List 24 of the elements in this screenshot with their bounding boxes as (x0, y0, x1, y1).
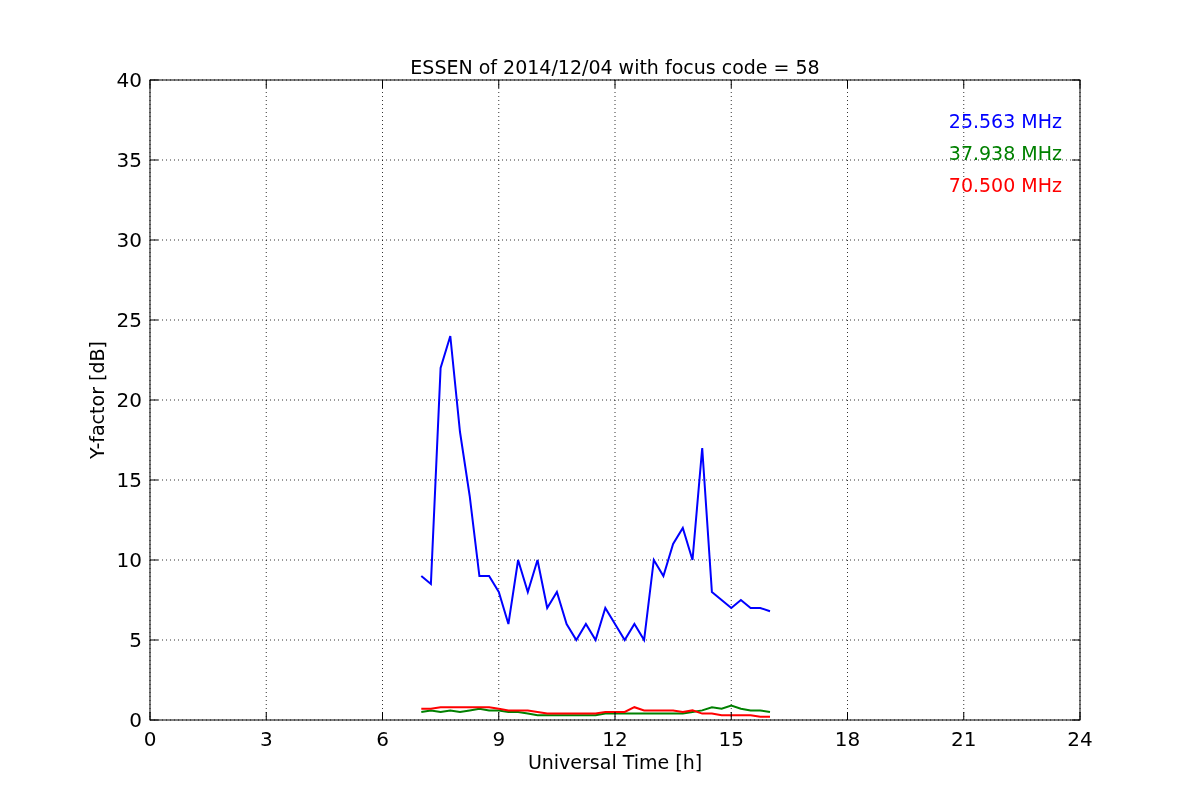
tick-label: 40 (116, 68, 142, 92)
x-axis-label: Universal Time [h] (527, 751, 703, 773)
tick-label: 12 (602, 727, 628, 751)
tick-label: 20 (116, 388, 142, 412)
tick-label: 6 (376, 727, 389, 751)
tick-label: 3 (259, 727, 273, 751)
tick-label: 24 (1067, 727, 1093, 751)
legend-label: 37.938 MHz (948, 142, 1062, 164)
tick-label: 5 (129, 628, 142, 652)
tick-label: 21 (951, 727, 977, 751)
tick-label: 9 (492, 727, 506, 751)
tick-label: 15 (116, 468, 142, 492)
legend-label: 25.563 MHz (948, 110, 1062, 132)
tick-label: 18 (834, 727, 861, 751)
tick-label: 15 (718, 727, 744, 751)
plot-title: ESSEN of 2014/12/04 with focus code = 58 (410, 56, 820, 78)
y-axis-label: Y-factor [dB] (86, 341, 108, 459)
tick-label: 10 (116, 548, 142, 572)
tick-label: 25 (116, 308, 142, 332)
tick-label: 30 (116, 228, 142, 252)
legend-label: 70.500 MHz (948, 174, 1062, 196)
tick-label: 0 (129, 708, 142, 732)
tick-label: 35 (116, 148, 142, 172)
tick-label: 0 (143, 727, 157, 751)
